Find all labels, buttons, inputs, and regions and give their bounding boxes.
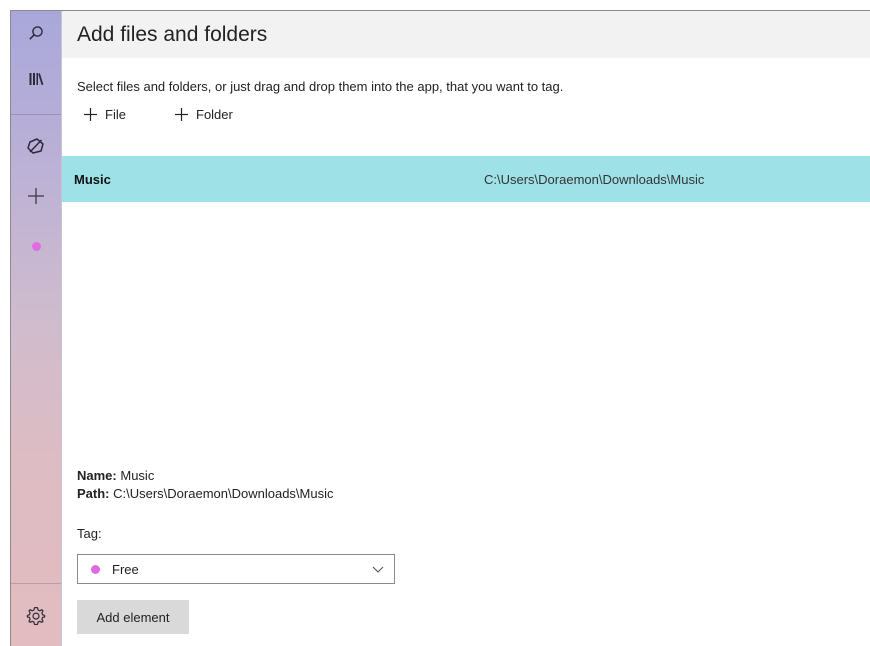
name-value: Music — [120, 468, 155, 483]
item-name: Music — [74, 171, 111, 187]
search-icon — [29, 26, 43, 40]
tag-icon — [27, 138, 44, 154]
settings-button[interactable] — [11, 596, 61, 636]
add-button[interactable] — [11, 176, 61, 216]
plus-icon — [28, 188, 44, 204]
name-label: Name: — [77, 468, 117, 483]
main-content: Add files and folders Select files and f… — [62, 11, 870, 646]
list-item[interactable]: Music C:\Users\Doraemon\Downloads\Music — [62, 156, 870, 202]
add-file-label: File — [105, 107, 126, 122]
sidebar-divider — [11, 114, 61, 115]
path-value: C:\Users\Doraemon\Downloads\Music — [113, 486, 334, 501]
tag-color-dot-icon — [31, 241, 41, 251]
path-label: Path: — [77, 486, 110, 501]
page-header: Add files and folders — [62, 11, 870, 58]
sidebar-tag-free[interactable] — [11, 226, 61, 266]
tag-label: Tag: — [77, 526, 102, 541]
add-element-button[interactable]: Add element — [77, 600, 189, 634]
sidebar-divider — [11, 583, 61, 584]
add-folder-button[interactable]: Folder — [175, 107, 233, 122]
library-icon — [29, 73, 44, 86]
page-title: Add files and folders — [77, 22, 268, 46]
plus-icon — [84, 108, 97, 121]
add-folder-label: Folder — [196, 107, 233, 122]
item-details: Name: Music Path: C:\Users\Doraemon\Down… — [77, 467, 333, 503]
detail-name-row: Name: Music — [77, 467, 333, 485]
tag-color-dot-icon — [91, 564, 100, 574]
chevron-down-icon — [372, 566, 384, 573]
tag-selected-value: Free — [112, 561, 139, 577]
add-file-button[interactable]: File — [84, 107, 126, 122]
search-button[interactable] — [11, 13, 61, 53]
plus-icon — [175, 108, 188, 121]
instructions-text: Select files and folders, or just drag a… — [77, 79, 564, 94]
tags-button[interactable] — [11, 126, 61, 166]
app-window: Add files and folders Select files and f… — [10, 10, 870, 646]
tag-dropdown[interactable]: Free — [77, 554, 395, 584]
sidebar — [11, 11, 62, 646]
item-path: C:\Users\Doraemon\Downloads\Music — [484, 171, 705, 187]
detail-path-row: Path: C:\Users\Doraemon\Downloads\Music — [77, 485, 333, 503]
library-button[interactable] — [11, 59, 61, 99]
gear-icon — [26, 606, 46, 626]
